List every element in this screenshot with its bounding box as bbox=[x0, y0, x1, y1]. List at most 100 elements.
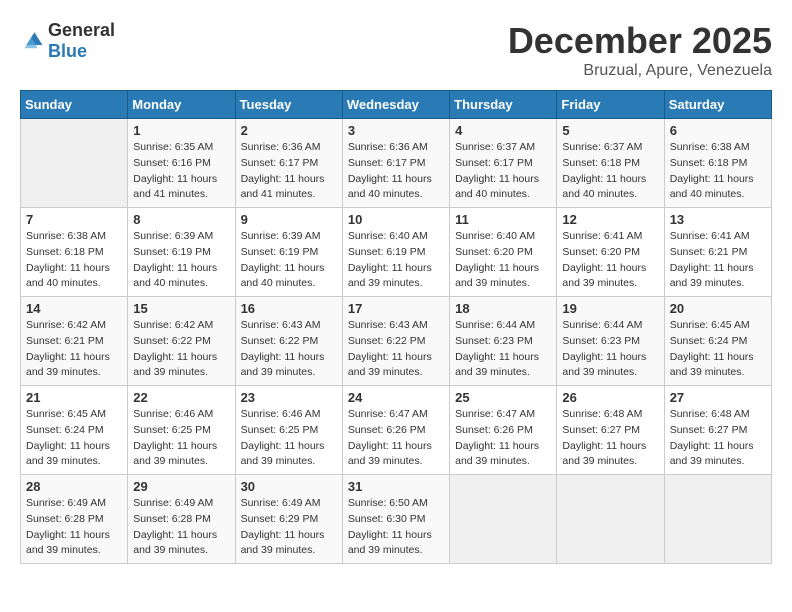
calendar-cell: 16 Sunrise: 6:43 AMSunset: 6:22 PMDayligh… bbox=[235, 297, 342, 386]
day-number: 9 bbox=[241, 212, 337, 227]
calendar-cell: 6Sunrise: 6:38 AMSunset: 6:18 PMDaylight… bbox=[664, 119, 771, 208]
col-header-thursday: Thursday bbox=[450, 91, 557, 119]
calendar-cell: 2Sunrise: 6:36 AMSunset: 6:17 PMDaylight… bbox=[235, 119, 342, 208]
calendar-cell bbox=[450, 475, 557, 564]
col-header-monday: Monday bbox=[128, 91, 235, 119]
day-info: Sunrise: 6:40 AMSunset: 6:19 PMDaylight:… bbox=[348, 229, 444, 292]
calendar-cell: 13Sunrise: 6:41 AMSunset: 6:21 PMDayligh… bbox=[664, 208, 771, 297]
calendar-table: SundayMondayTuesdayWednesdayThursdayFrid… bbox=[20, 90, 772, 564]
day-number: 11 bbox=[455, 212, 551, 227]
day-info: Sunrise: 6:48 AMSunset: 6:27 PMDaylight:… bbox=[670, 407, 766, 470]
day-number: 13 bbox=[670, 212, 766, 227]
calendar-cell: 31 Sunrise: 6:50 AMSunset: 6:30 PMDayligh… bbox=[342, 475, 449, 564]
calendar-header-row: SundayMondayTuesdayWednesdayThursdayFrid… bbox=[21, 91, 772, 119]
day-number: 24 bbox=[348, 390, 444, 405]
calendar-cell: 9 Sunrise: 6:39 AMSunset: 6:19 PMDaylight… bbox=[235, 208, 342, 297]
calendar-cell: 4Sunrise: 6:37 AMSunset: 6:17 PMDaylight… bbox=[450, 119, 557, 208]
day-number: 31 bbox=[348, 479, 444, 494]
day-number: 23 bbox=[241, 390, 337, 405]
calendar-cell bbox=[21, 119, 128, 208]
day-number: 22 bbox=[133, 390, 229, 405]
day-info: Sunrise: 6:50 AMSunset: 6:30 PMDaylight:… bbox=[348, 496, 444, 559]
calendar-cell: 27 Sunrise: 6:48 AMSunset: 6:27 PMDayligh… bbox=[664, 386, 771, 475]
day-number: 18 bbox=[455, 301, 551, 316]
calendar-cell: 12Sunrise: 6:41 AMSunset: 6:20 PMDayligh… bbox=[557, 208, 664, 297]
col-header-tuesday: Tuesday bbox=[235, 91, 342, 119]
day-number: 25 bbox=[455, 390, 551, 405]
header: General Blue December 2025 Bruzual, Apur… bbox=[20, 20, 772, 80]
day-number: 19 bbox=[562, 301, 658, 316]
calendar-cell: 29 Sunrise: 6:49 AMSunset: 6:28 PMDayligh… bbox=[128, 475, 235, 564]
calendar-cell: 19 Sunrise: 6:44 AMSunset: 6:23 PMDayligh… bbox=[557, 297, 664, 386]
day-number: 15 bbox=[133, 301, 229, 316]
calendar-cell bbox=[557, 475, 664, 564]
day-number: 30 bbox=[241, 479, 337, 494]
calendar-week-row: 1Sunrise: 6:35 AMSunset: 6:16 PMDaylight… bbox=[21, 119, 772, 208]
calendar-cell: 24 Sunrise: 6:47 AMSunset: 6:26 PMDayligh… bbox=[342, 386, 449, 475]
col-header-wednesday: Wednesday bbox=[342, 91, 449, 119]
day-info: Sunrise: 6:43 AMSunset: 6:22 PMDaylight:… bbox=[241, 318, 337, 381]
calendar-week-row: 21Sunrise: 6:45 AMSunset: 6:24 PMDayligh… bbox=[21, 386, 772, 475]
month-title: December 2025 bbox=[508, 20, 772, 62]
calendar-cell: 22 Sunrise: 6:46 AMSunset: 6:25 PMDayligh… bbox=[128, 386, 235, 475]
title-area: December 2025 Bruzual, Apure, Venezuela bbox=[508, 20, 772, 80]
day-number: 29 bbox=[133, 479, 229, 494]
calendar-cell: 1Sunrise: 6:35 AMSunset: 6:16 PMDaylight… bbox=[128, 119, 235, 208]
day-info: Sunrise: 6:48 AMSunset: 6:27 PMDaylight:… bbox=[562, 407, 658, 470]
calendar-cell: 14Sunrise: 6:42 AMSunset: 6:21 PMDayligh… bbox=[21, 297, 128, 386]
day-info: Sunrise: 6:44 AMSunset: 6:23 PMDaylight:… bbox=[455, 318, 551, 381]
day-number: 14 bbox=[26, 301, 122, 316]
logo-blue: Blue bbox=[48, 41, 87, 61]
col-header-sunday: Sunday bbox=[21, 91, 128, 119]
day-number: 17 bbox=[348, 301, 444, 316]
calendar-cell: 5 Sunrise: 6:37 AMSunset: 6:18 PMDaylight… bbox=[557, 119, 664, 208]
logo: General Blue bbox=[20, 20, 115, 62]
day-info: Sunrise: 6:47 AMSunset: 6:26 PMDaylight:… bbox=[348, 407, 444, 470]
logo-icon bbox=[20, 29, 44, 53]
calendar-cell: 10 Sunrise: 6:40 AMSunset: 6:19 PMDayligh… bbox=[342, 208, 449, 297]
day-info: Sunrise: 6:46 AMSunset: 6:25 PMDaylight:… bbox=[241, 407, 337, 470]
calendar-cell: 8Sunrise: 6:39 AMSunset: 6:19 PMDaylight… bbox=[128, 208, 235, 297]
calendar-cell: 25Sunrise: 6:47 AMSunset: 6:26 PMDayligh… bbox=[450, 386, 557, 475]
day-number: 3 bbox=[348, 123, 444, 138]
logo-general: General bbox=[48, 20, 115, 40]
day-info: Sunrise: 6:36 AMSunset: 6:17 PMDaylight:… bbox=[348, 140, 444, 203]
day-number: 27 bbox=[670, 390, 766, 405]
day-number: 5 bbox=[562, 123, 658, 138]
day-info: Sunrise: 6:49 AMSunset: 6:29 PMDaylight:… bbox=[241, 496, 337, 559]
day-info: Sunrise: 6:37 AMSunset: 6:17 PMDaylight:… bbox=[455, 140, 551, 203]
calendar-cell: 18 Sunrise: 6:44 AMSunset: 6:23 PMDayligh… bbox=[450, 297, 557, 386]
calendar-cell: 30 Sunrise: 6:49 AMSunset: 6:29 PMDayligh… bbox=[235, 475, 342, 564]
col-header-friday: Friday bbox=[557, 91, 664, 119]
calendar-cell: 26Sunrise: 6:48 AMSunset: 6:27 PMDayligh… bbox=[557, 386, 664, 475]
calendar-cell: 15 Sunrise: 6:42 AMSunset: 6:22 PMDayligh… bbox=[128, 297, 235, 386]
day-info: Sunrise: 6:39 AMSunset: 6:19 PMDaylight:… bbox=[241, 229, 337, 292]
day-info: Sunrise: 6:44 AMSunset: 6:23 PMDaylight:… bbox=[562, 318, 658, 381]
day-number: 2 bbox=[241, 123, 337, 138]
day-info: Sunrise: 6:45 AMSunset: 6:24 PMDaylight:… bbox=[670, 318, 766, 381]
day-number: 16 bbox=[241, 301, 337, 316]
day-info: Sunrise: 6:37 AMSunset: 6:18 PMDaylight:… bbox=[562, 140, 658, 203]
day-number: 28 bbox=[26, 479, 122, 494]
day-number: 10 bbox=[348, 212, 444, 227]
day-info: Sunrise: 6:39 AMSunset: 6:19 PMDaylight:… bbox=[133, 229, 229, 292]
calendar-cell: 17Sunrise: 6:43 AMSunset: 6:22 PMDayligh… bbox=[342, 297, 449, 386]
day-info: Sunrise: 6:41 AMSunset: 6:20 PMDaylight:… bbox=[562, 229, 658, 292]
calendar-body: 1Sunrise: 6:35 AMSunset: 6:16 PMDaylight… bbox=[21, 119, 772, 564]
day-number: 20 bbox=[670, 301, 766, 316]
day-number: 1 bbox=[133, 123, 229, 138]
calendar-week-row: 7Sunrise: 6:38 AMSunset: 6:18 PMDaylight… bbox=[21, 208, 772, 297]
calendar-cell: 23 Sunrise: 6:46 AMSunset: 6:25 PMDayligh… bbox=[235, 386, 342, 475]
calendar-cell bbox=[664, 475, 771, 564]
day-info: Sunrise: 6:40 AMSunset: 6:20 PMDaylight:… bbox=[455, 229, 551, 292]
calendar-cell: 28Sunrise: 6:49 AMSunset: 6:28 PMDayligh… bbox=[21, 475, 128, 564]
calendar-cell: 11 Sunrise: 6:40 AMSunset: 6:20 PMDayligh… bbox=[450, 208, 557, 297]
day-info: Sunrise: 6:42 AMSunset: 6:22 PMDaylight:… bbox=[133, 318, 229, 381]
day-number: 6 bbox=[670, 123, 766, 138]
day-info: Sunrise: 6:49 AMSunset: 6:28 PMDaylight:… bbox=[133, 496, 229, 559]
calendar-cell: 7Sunrise: 6:38 AMSunset: 6:18 PMDaylight… bbox=[21, 208, 128, 297]
calendar-week-row: 14Sunrise: 6:42 AMSunset: 6:21 PMDayligh… bbox=[21, 297, 772, 386]
day-info: Sunrise: 6:45 AMSunset: 6:24 PMDaylight:… bbox=[26, 407, 122, 470]
day-info: Sunrise: 6:46 AMSunset: 6:25 PMDaylight:… bbox=[133, 407, 229, 470]
location-title: Bruzual, Apure, Venezuela bbox=[508, 62, 772, 80]
